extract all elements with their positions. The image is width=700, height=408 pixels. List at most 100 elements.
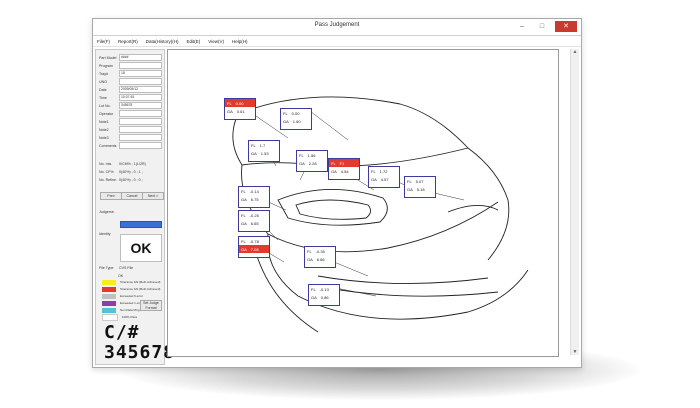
measurement-label[interactable]: FL F1 GA 4.54 bbox=[328, 158, 360, 180]
label-fl-row: FL 1.56 bbox=[297, 151, 327, 159]
ga-value: 4.54 bbox=[340, 168, 349, 174]
leader-line bbox=[333, 261, 369, 277]
measurement-label[interactable]: FL -0.14 GA 6.75 bbox=[238, 186, 270, 208]
legend-text: Tolerance FAI (Both Achieved) bbox=[120, 287, 161, 291]
car-front-drawing bbox=[232, 96, 529, 333]
legend-row: 100% Pass bbox=[102, 313, 138, 321]
legend-row: Tolerance FAI (Both Achieved) bbox=[102, 279, 160, 285]
fl-value: -0.13 bbox=[319, 286, 329, 292]
field-row: Note2 bbox=[99, 126, 162, 133]
legend-title: OK bbox=[118, 273, 124, 278]
field-value[interactable] bbox=[119, 78, 162, 85]
field-value[interactable] bbox=[119, 134, 162, 141]
field-row: Program bbox=[99, 62, 162, 69]
ga-value: 1.53 bbox=[260, 150, 269, 156]
label-ga-row: GA 2.28 bbox=[297, 159, 327, 167]
next-button[interactable]: Next > bbox=[142, 192, 164, 200]
label-ga-row: GA 1.60 bbox=[281, 117, 311, 125]
menu-report[interactable]: Report(R) bbox=[118, 39, 138, 44]
fl-value: 1.7 bbox=[259, 142, 266, 148]
legend-row: Tolerance FAI (Both Achieved) bbox=[102, 286, 160, 292]
identity-row: Identity bbox=[99, 230, 119, 237]
close-button[interactable]: ✕ bbox=[555, 21, 577, 32]
legend-row: Non Data Mtrg bbox=[102, 307, 140, 313]
field-value[interactable]: #### bbox=[119, 54, 162, 61]
stat-value: 0(40%) ; 0 ; 1 ; bbox=[119, 169, 143, 174]
field-value[interactable]: 10:07:45 bbox=[119, 94, 162, 101]
fl-value: F1 bbox=[339, 160, 345, 166]
field-value[interactable] bbox=[119, 62, 162, 69]
menu-data[interactable]: Data(History)(H) bbox=[146, 39, 179, 44]
drawing-canvas[interactable]: FL 0.00 GA 0.61 FL 0.00 GA 1.60 FL 1.7 GA 1.53… bbox=[167, 49, 559, 357]
maximize-button[interactable]: □ bbox=[535, 21, 549, 32]
ga-value: 6.75 bbox=[250, 196, 259, 202]
label-fl-row: FL F1 bbox=[329, 159, 359, 167]
field-value[interactable] bbox=[119, 110, 162, 117]
field-row: Tray# 18 bbox=[99, 70, 162, 77]
scroll-up-icon[interactable]: ▲ bbox=[571, 49, 579, 55]
measurement-label[interactable]: FL -0.13 GA 0.86 bbox=[308, 284, 340, 306]
measurement-label[interactable]: FL 1.56 GA 2.28 bbox=[296, 150, 328, 172]
fl-key: FL bbox=[241, 212, 246, 218]
prev-button[interactable]: Prev bbox=[100, 192, 122, 200]
fl-key: FL bbox=[299, 152, 304, 158]
field-label: Date bbox=[99, 87, 107, 92]
ga-value: 0.86 bbox=[320, 294, 329, 300]
menu-edit[interactable]: Edit(E) bbox=[187, 39, 201, 44]
set-judge-format-button[interactable]: Set Judge Format bbox=[140, 300, 162, 311]
stat-value: 0/CM% ; 1(L/2R) bbox=[119, 161, 146, 166]
fl-key: FL bbox=[227, 100, 232, 106]
label-fl-row: FL -0.14 bbox=[239, 187, 269, 195]
field-label: UNO bbox=[99, 79, 107, 84]
label-ga-row: GA 6.66 bbox=[305, 255, 335, 263]
scroll-down-icon[interactable]: ▼ bbox=[571, 349, 579, 355]
label-fl-row: FL 0.00 bbox=[281, 109, 311, 117]
judgement-row: Judgeme. bbox=[99, 208, 119, 215]
label-fl-row: FL -0.13 bbox=[309, 285, 339, 293]
menu-file[interactable]: File(F) bbox=[97, 39, 110, 44]
measurement-label[interactable]: FL 5.07 GA 5.18 bbox=[404, 176, 436, 198]
field-value[interactable] bbox=[119, 142, 162, 149]
measurement-label[interactable]: FL -0.35 GA 6.66 bbox=[304, 246, 336, 268]
field-value[interactable]: 18 bbox=[119, 70, 162, 77]
stat-row: No. Refine. 0(40%) ; 0 ; 0 ; bbox=[99, 176, 143, 183]
fl-value: 0.00 bbox=[291, 110, 300, 116]
menu-view[interactable]: View(V) bbox=[208, 39, 224, 44]
field-value[interactable] bbox=[119, 118, 162, 125]
fl-key: FL bbox=[241, 238, 246, 244]
field-label: Lot No. bbox=[99, 103, 111, 108]
measurement-label[interactable]: FL 0.00 GA 1.60 bbox=[280, 108, 312, 130]
judgement-label: Judgeme. bbox=[99, 209, 115, 214]
fl-key: FL bbox=[283, 110, 288, 116]
ga-key: GA bbox=[307, 256, 313, 262]
field-row: Operator bbox=[99, 110, 162, 117]
ga-key: GA bbox=[311, 294, 317, 300]
minimize-button[interactable]: – bbox=[515, 21, 529, 32]
field-row: Note1 bbox=[99, 118, 162, 125]
measurement-label[interactable]: FL -0.25 GA 6.65 bbox=[238, 210, 270, 232]
judgement-dropdown[interactable] bbox=[120, 221, 162, 228]
fl-key: FL bbox=[407, 178, 412, 184]
ga-value: 1.60 bbox=[292, 118, 301, 124]
result-ok-box: OK bbox=[120, 234, 162, 262]
legend-row: Exceeded 1 error bbox=[102, 300, 143, 306]
measurement-label[interactable]: FL 1.72 GA 4.57 bbox=[368, 166, 400, 188]
ga-key: GA bbox=[227, 108, 233, 114]
vertical-scrollbar[interactable]: ▲ ▼ bbox=[570, 49, 579, 355]
label-fl-row: FL 1.7 bbox=[249, 141, 279, 149]
field-label: Time bbox=[99, 95, 107, 100]
legend-text: 100% Pass bbox=[122, 315, 138, 319]
measurement-label[interactable]: FL 0.00 GA 0.61 bbox=[224, 98, 256, 120]
code-number: 345678 bbox=[104, 342, 176, 363]
field-value[interactable]: 345678 bbox=[119, 102, 162, 109]
stat-label: No. Refine. bbox=[99, 177, 117, 182]
menu-help[interactable]: Help(H) bbox=[232, 39, 248, 44]
cancel-button[interactable]: Cancel bbox=[121, 192, 143, 200]
ga-key: GA bbox=[241, 220, 247, 226]
measurement-label[interactable]: FL 1.7 GA 1.53 bbox=[248, 140, 280, 162]
field-value[interactable] bbox=[119, 126, 162, 133]
field-value[interactable]: 2009/05/12 bbox=[119, 86, 162, 93]
file-type-value: CVS File bbox=[119, 265, 134, 270]
file-type-row: File Type CVS File bbox=[99, 264, 133, 271]
measurement-label[interactable]: FL -0.78 GA 7.08 bbox=[238, 236, 270, 258]
